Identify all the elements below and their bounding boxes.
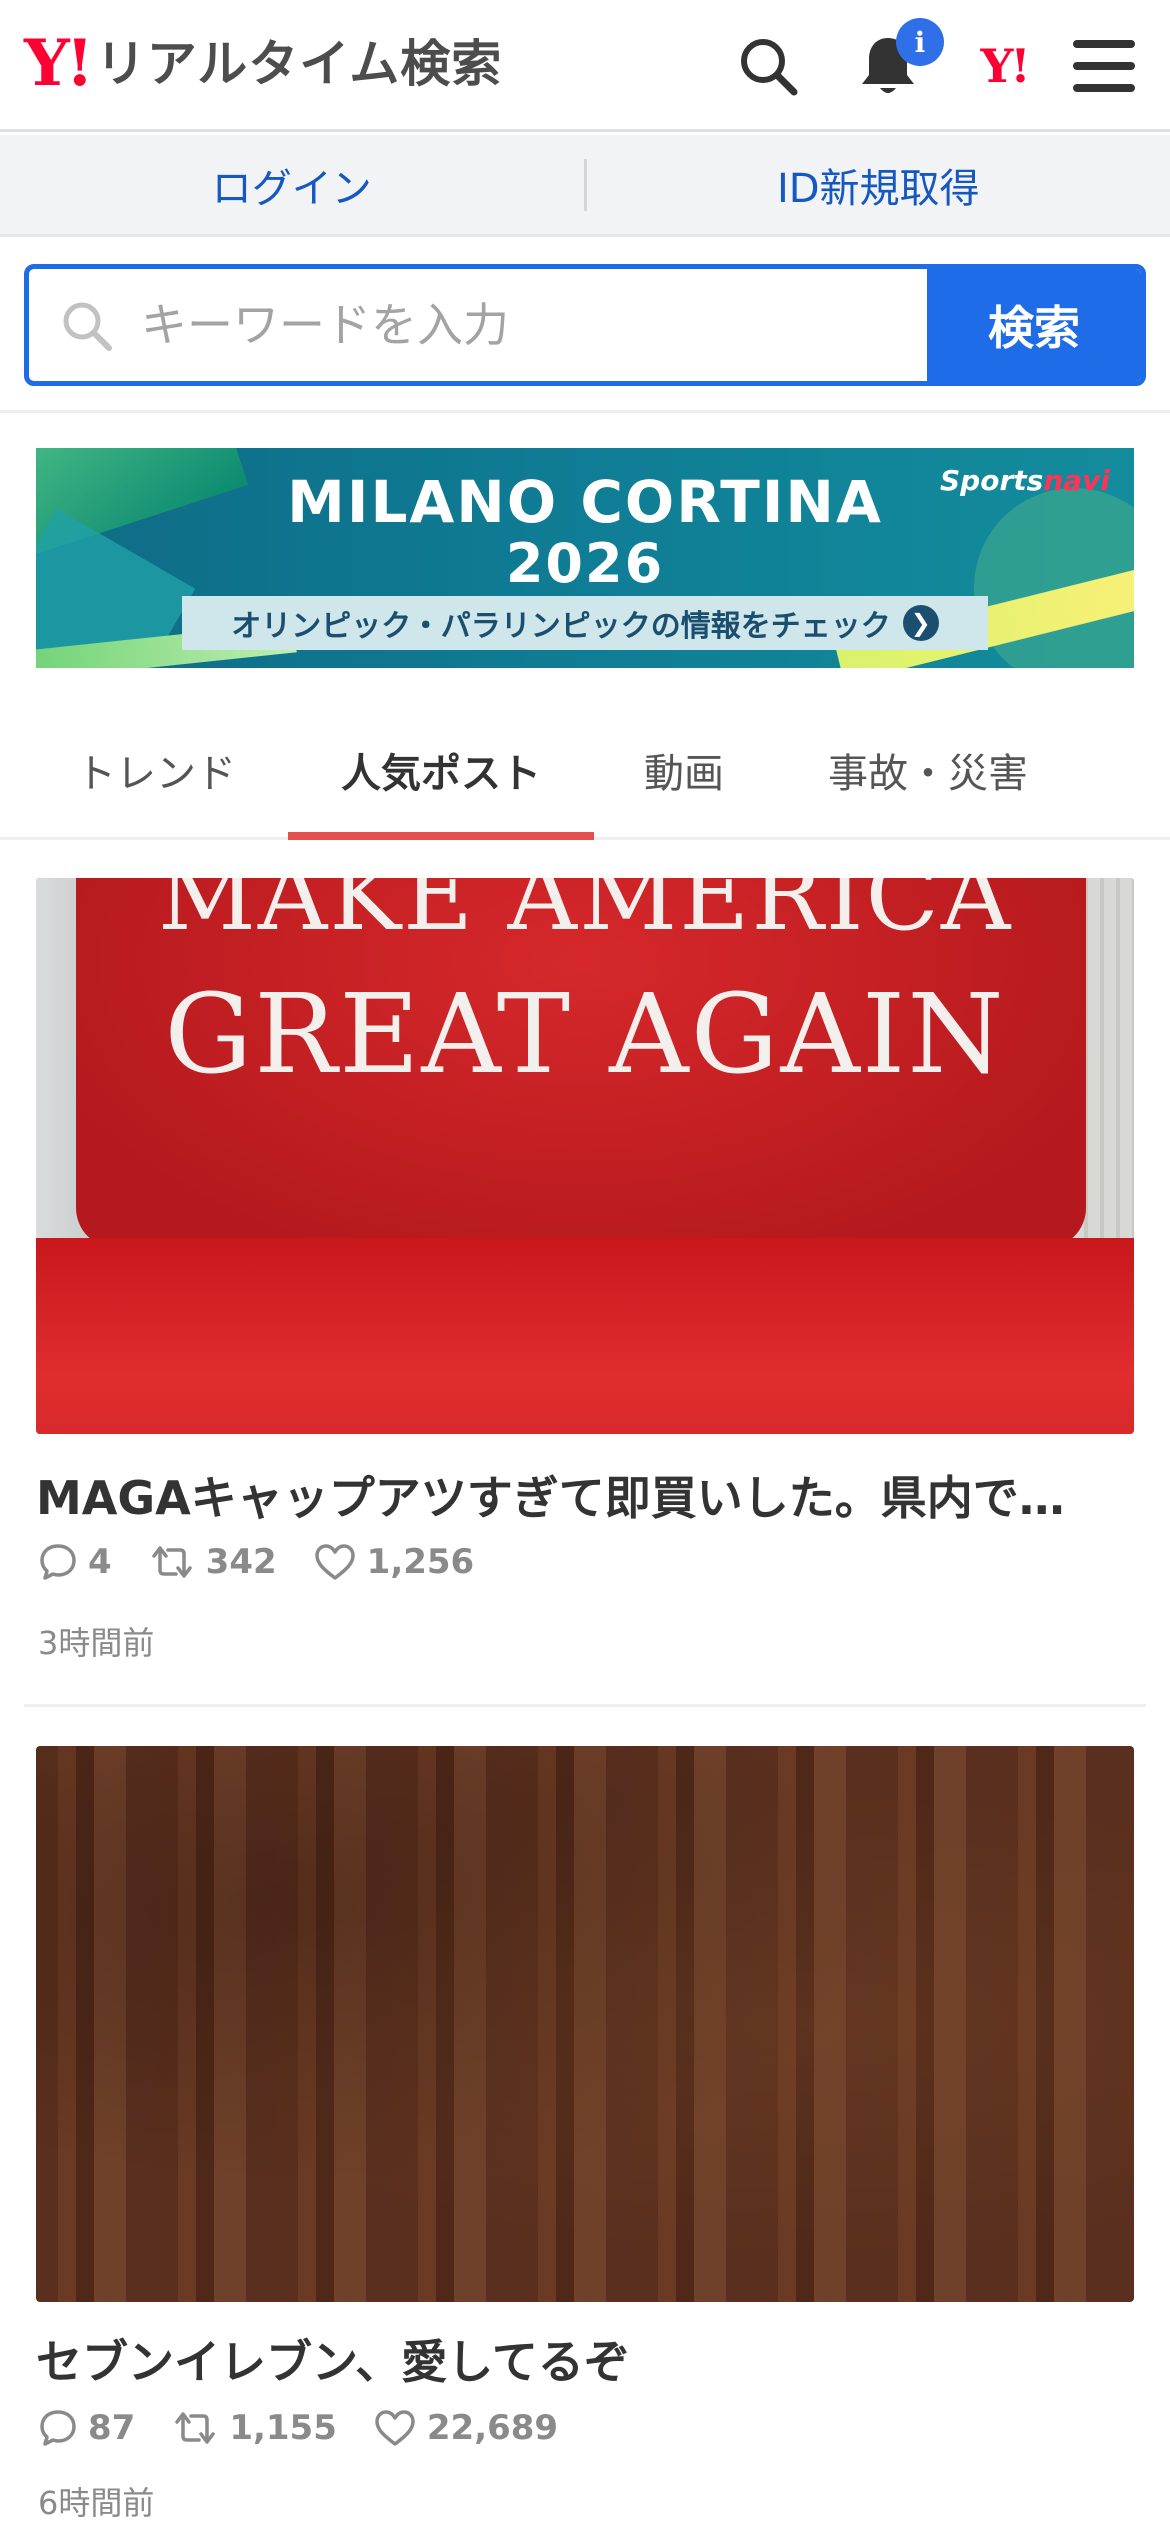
tab-popular-posts[interactable]: 人気ポスト [288,700,594,840]
cap-embroidery-line2: GREAT AGAIN [164,970,1006,1098]
notification-badge: i [896,18,944,66]
brand-part-a: Sports [940,464,1044,497]
search-button[interactable]: 検索 [927,269,1141,381]
tab-trend[interactable]: トレンド [36,700,276,840]
app-header: Y! リアルタイム検索 i Y! [0,0,1170,132]
cap-embroidery-line1: MAKE AMERICA [157,878,1013,952]
heart-icon [314,1544,355,1580]
category-tabs: トレンド 人気ポスト 動画 事故・災害 [0,700,1170,840]
repost-icon [151,1546,192,1578]
post-title[interactable]: MAGAキャップアツすぎて即買いした。県内で… [36,1462,1134,1528]
yahoo-logo-mark: Y! [24,26,94,101]
post-image[interactable]: MAKE AMERICA GREAT AGAIN [36,878,1134,1434]
post-timestamp: 3時間前 [38,1624,155,1662]
reply-count[interactable]: 4 [38,1542,112,1582]
repost-count-value: 1,155 [229,2408,337,2448]
reply-icon [40,1544,76,1580]
repost-icon [175,2412,216,2444]
post-image[interactable] [36,1746,1134,2302]
repost-count[interactable]: 342 [148,1542,277,1582]
yahoo-logo[interactable]: Y! [968,30,1040,102]
post-stats: 87 1,155 22,689 [38,2408,594,2448]
post-title[interactable]: セブンイレブン、愛してるぞ [36,2326,1134,2392]
tab-accidents-disasters[interactable]: 事故・災害 [790,700,1066,840]
menu-icon[interactable] [1068,30,1140,102]
repost-count-value: 342 [205,1542,277,1582]
search-bar: 検索 [24,264,1146,386]
signup-link[interactable]: ID新規取得 [587,156,1170,214]
reply-count-value: 4 [88,1542,112,1582]
search-field[interactable] [29,269,927,381]
wood-grain [36,1746,1134,2302]
section-divider [0,410,1170,413]
login-bar: ログイン ID新規取得 [0,135,1170,237]
olympics-banner[interactable]: MILANO CORTINA 2026 Sportsnavi オリンピック・パラ… [36,448,1134,668]
repost-count[interactable]: 1,155 [171,2408,337,2448]
heart-icon [375,2410,415,2446]
login-link[interactable]: ログイン [0,156,584,214]
like-count-value: 22,689 [426,2408,559,2448]
brand-part-b: navi [1043,464,1110,497]
reply-count[interactable]: 87 [38,2408,135,2448]
like-count-value: 1,256 [366,1542,475,1582]
logo-title: リアルタイム検索 [95,35,503,93]
post-timestamp: 6時間前 [38,2484,155,2522]
post-stats: 4 342 1,256 [38,1542,510,1582]
search-icon[interactable] [732,30,804,102]
yahoo-small-mark: Y! [980,39,1030,93]
tab-videos[interactable]: 動画 [600,700,768,840]
like-count[interactable]: 22,689 [373,2408,558,2448]
reply-icon [40,2410,76,2446]
like-count[interactable]: 1,256 [313,1542,475,1582]
cap-brim [36,1238,1134,1434]
realtime-search-logo[interactable]: Y! リアルタイム検索 [24,28,502,100]
chevron-right-icon: ❯ [902,605,939,641]
sportsnavi-logo: Sportsnavi [940,464,1110,497]
search-field-icon [63,302,112,351]
banner-year: 2026 [505,532,665,595]
search-input[interactable] [141,298,841,352]
post-divider [24,1704,1146,1707]
banner-cta: オリンピック・パラリンピックの情報をチェック ❯ [182,596,988,650]
banner-cta-text: オリンピック・パラリンピックの情報をチェック [231,609,891,644]
reply-count-value: 87 [88,2408,136,2448]
